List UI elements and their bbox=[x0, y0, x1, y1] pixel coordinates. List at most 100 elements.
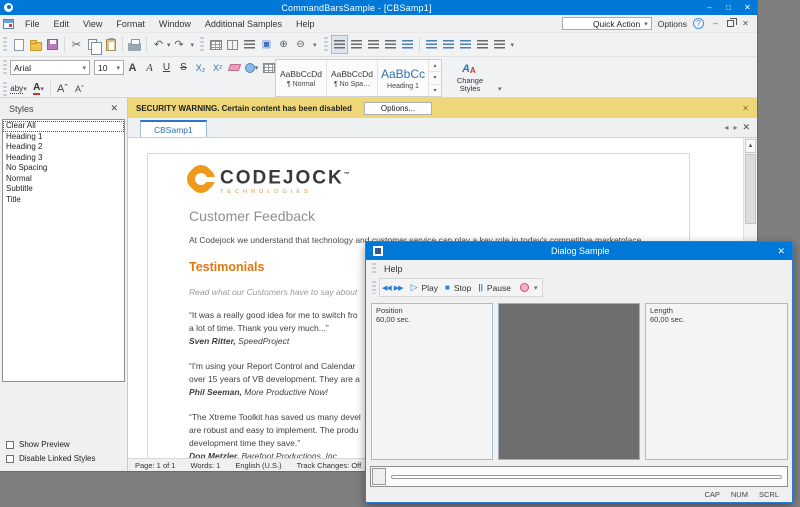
styles-list-item[interactable]: Subtitle bbox=[3, 184, 124, 195]
fast-forward-icon[interactable]: ▶▶ bbox=[394, 284, 403, 292]
toolbar-grip[interactable] bbox=[3, 82, 7, 96]
toolbar-grip[interactable] bbox=[200, 37, 204, 53]
scrollbar-thumb[interactable] bbox=[745, 154, 756, 224]
gallery-up-icon[interactable]: ▴ bbox=[429, 60, 441, 72]
minimize-icon[interactable]: – bbox=[700, 3, 719, 12]
security-options-button[interactable]: Options... bbox=[364, 102, 432, 115]
columns-button[interactable] bbox=[224, 35, 241, 54]
stop-icon[interactable]: ■ bbox=[445, 283, 450, 292]
multilevel-list-button[interactable] bbox=[457, 35, 474, 54]
bookmark-button[interactable]: ▣ bbox=[258, 35, 275, 54]
underline-button[interactable]: U bbox=[158, 58, 175, 77]
toolbar-overflow-icon[interactable]: ▾ bbox=[313, 41, 317, 49]
checkbox-icon[interactable] bbox=[6, 455, 14, 463]
toolbar-grip[interactable] bbox=[372, 263, 376, 274]
menu-view[interactable]: View bbox=[76, 19, 109, 29]
styles-list-item[interactable]: Normal bbox=[3, 174, 124, 185]
scroll-up-icon[interactable]: ▲ bbox=[745, 139, 756, 153]
format-painter-button[interactable]: ▾ bbox=[243, 58, 260, 77]
toolbar-overflow-icon[interactable]: ▾ bbox=[511, 41, 515, 49]
mdi-minimize-icon[interactable]: – bbox=[710, 19, 721, 28]
toolbar-grip[interactable] bbox=[3, 37, 7, 53]
close-icon[interactable]: ✕ bbox=[738, 3, 757, 12]
status-language[interactable]: English (U.S.) bbox=[235, 461, 281, 470]
tab-close-icon[interactable]: ✕ bbox=[742, 122, 750, 133]
status-track-changes[interactable]: Track Changes: Off bbox=[297, 461, 362, 470]
document-map-button[interactable] bbox=[241, 35, 258, 54]
tab-scroll-left-icon[interactable]: ◂ bbox=[724, 123, 728, 132]
toolbar-overflow-icon[interactable]: ▾ bbox=[191, 41, 195, 49]
numbering-button[interactable] bbox=[440, 35, 457, 54]
seek-slider[interactable] bbox=[370, 466, 788, 487]
options-menu-item[interactable]: Options bbox=[658, 19, 687, 29]
toolbar-overflow-icon[interactable]: ▾ bbox=[534, 284, 538, 292]
bold-button[interactable]: A bbox=[124, 58, 141, 77]
eraser-button[interactable] bbox=[226, 58, 243, 77]
play-icon[interactable]: ▷ bbox=[411, 282, 418, 293]
subscript-button[interactable]: X₂ bbox=[192, 58, 209, 77]
save-button[interactable] bbox=[44, 35, 61, 54]
pause-icon[interactable]: || bbox=[478, 283, 482, 292]
styles-list-item[interactable]: No Spacing bbox=[3, 163, 124, 174]
toolbar-grip[interactable] bbox=[3, 60, 7, 76]
title-bar[interactable]: CommandBarsSample - [CBSamp1] – □ ✕ bbox=[0, 0, 757, 15]
status-words[interactable]: Words: 1 bbox=[190, 461, 220, 470]
style-heading1[interactable]: AaBbCc Heading 1 bbox=[378, 60, 429, 96]
pause-label[interactable]: Pause bbox=[487, 283, 511, 293]
mdi-close-icon[interactable]: ✕ bbox=[740, 19, 751, 28]
menu-edit[interactable]: Edit bbox=[47, 19, 77, 29]
undo-button[interactable]: ↶ bbox=[150, 35, 167, 54]
gallery-more-icon[interactable]: ▾ bbox=[429, 85, 441, 96]
increase-indent-button[interactable] bbox=[491, 35, 508, 54]
bullets-button[interactable] bbox=[423, 35, 440, 54]
slider-thumb[interactable] bbox=[372, 468, 386, 485]
paste-button[interactable] bbox=[102, 35, 119, 54]
tab-cbsamp1[interactable]: CBSamp1 bbox=[140, 120, 207, 137]
status-page[interactable]: Page: 1 of 1 bbox=[135, 461, 175, 470]
change-styles-button[interactable]: A A Change Styles bbox=[447, 59, 493, 97]
styles-list-item[interactable]: Heading 3 bbox=[3, 153, 124, 164]
styles-list-item[interactable]: Clear All bbox=[3, 121, 124, 132]
strikethrough-button[interactable]: S bbox=[175, 58, 192, 77]
new-document-button[interactable] bbox=[10, 35, 27, 54]
toolbar-overflow-icon[interactable]: ▾ bbox=[498, 85, 502, 93]
superscript-button[interactable]: X² bbox=[209, 58, 226, 77]
quick-action-dropdown[interactable]: Quick Action ▾ bbox=[562, 17, 652, 30]
dialog-title-bar[interactable]: Dialog Sample ✕ bbox=[366, 242, 792, 260]
rewind-icon[interactable]: ◀◀ bbox=[382, 284, 391, 292]
justify-button[interactable] bbox=[382, 35, 399, 54]
menu-additional-samples[interactable]: Additional Samples bbox=[198, 19, 289, 29]
style-no-spacing[interactable]: AaBbCcDd ¶ No Spa… bbox=[327, 60, 378, 96]
align-right-button[interactable] bbox=[365, 35, 382, 54]
styles-panel-close-icon[interactable]: ✕ bbox=[110, 103, 118, 114]
font-name-combo[interactable]: Arial ▾ bbox=[10, 60, 90, 75]
shrink-font-button[interactable]: Aˇ bbox=[71, 79, 88, 98]
menu-format[interactable]: Format bbox=[109, 19, 152, 29]
menu-help[interactable]: Help bbox=[289, 19, 322, 29]
font-size-combo[interactable]: 10 ▾ bbox=[94, 60, 124, 75]
zoom-out-button[interactable]: ⊖ bbox=[292, 35, 309, 54]
help-icon[interactable]: ? bbox=[693, 18, 704, 29]
disable-linked-styles-option[interactable]: Disable Linked Styles bbox=[6, 454, 121, 463]
open-button[interactable] bbox=[27, 35, 44, 54]
stop-label[interactable]: Stop bbox=[454, 283, 472, 293]
styles-list-item[interactable]: Heading 2 bbox=[3, 142, 124, 153]
maximize-icon[interactable]: □ bbox=[719, 3, 738, 12]
paragraph-marks-button[interactable] bbox=[399, 35, 416, 54]
dialog-close-icon[interactable]: ✕ bbox=[777, 246, 785, 257]
mdi-child-icon[interactable] bbox=[3, 19, 14, 29]
align-left-button[interactable] bbox=[331, 35, 348, 54]
toolbar-grip[interactable] bbox=[324, 37, 328, 53]
align-center-button[interactable] bbox=[348, 35, 365, 54]
zoom-in-button[interactable]: ⊕ bbox=[275, 35, 292, 54]
decrease-indent-button[interactable] bbox=[474, 35, 491, 54]
menu-window[interactable]: Window bbox=[152, 19, 198, 29]
security-close-icon[interactable]: ✕ bbox=[742, 104, 749, 113]
redo-button[interactable]: ↷ bbox=[171, 35, 188, 54]
slider-track[interactable] bbox=[391, 475, 782, 479]
dialog-menu-help[interactable]: Help bbox=[384, 264, 403, 274]
style-normal[interactable]: AaBbCcDd ¶ Normal bbox=[276, 60, 327, 96]
insert-table-button[interactable] bbox=[207, 35, 224, 54]
styles-list-item[interactable]: Title bbox=[3, 195, 124, 206]
menu-file[interactable]: File bbox=[18, 19, 47, 29]
